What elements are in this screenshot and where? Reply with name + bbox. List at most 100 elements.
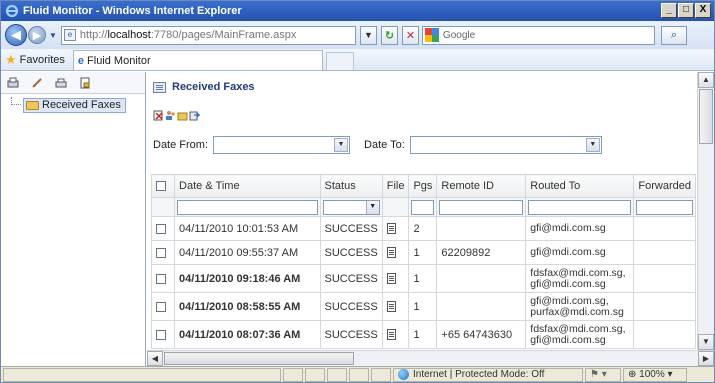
cell-date: 04/11/2010 09:55:37 AM — [174, 240, 321, 265]
row-checkbox[interactable] — [156, 223, 166, 234]
row-checkbox[interactable] — [156, 301, 166, 312]
refresh-icon[interactable]: ↻ — [380, 25, 398, 45]
table-row[interactable]: 04/11/2010 08:07:36 AM SUCCESS 1 +65 647… — [150, 320, 696, 349]
grid-filter-row: ▼ — [150, 197, 696, 217]
filter-cell-pgs — [408, 197, 438, 217]
row-checkbox[interactable] — [156, 273, 166, 284]
new-tab-button[interactable] — [325, 52, 354, 70]
cell-remote-id — [436, 292, 527, 321]
address-field[interactable]: e http:// localhost :7780/pages/MainFram… — [60, 25, 356, 45]
printer-icon[interactable] — [55, 77, 67, 89]
filter-status-select[interactable]: ▼ — [322, 199, 380, 215]
table-row[interactable]: 04/11/2010 09:18:46 AM SUCCESS 1 fdsfax@… — [150, 264, 696, 293]
filter-cell-status: ▼ — [319, 197, 383, 217]
page-icon: e — [63, 29, 76, 41]
history-dropdown-icon[interactable]: ▼ — [49, 31, 57, 40]
vertical-scroll-thumb[interactable] — [699, 89, 713, 144]
column-header-routed-to[interactable]: Routed To — [525, 174, 635, 198]
zoom-control[interactable]: ⊕ 100% ▾ — [623, 367, 687, 382]
select-all-checkbox[interactable] — [156, 181, 166, 192]
chevron-down-icon[interactable]: ▼ — [365, 200, 379, 214]
open-folder-icon[interactable] — [177, 110, 188, 121]
protected-mode-icon[interactable]: ⚑ ▾ — [585, 367, 621, 382]
filter-remote-id-input[interactable] — [439, 199, 524, 215]
forward-fax-icon[interactable] — [189, 110, 200, 121]
row-checkbox[interactable] — [156, 247, 166, 258]
filter-cell-forwarded — [633, 197, 696, 217]
chevron-down-icon[interactable]: ▼ — [585, 138, 600, 152]
favorites-button[interactable]: ★ Favorites — [1, 50, 71, 70]
tree-item-label: Received Faxes — [42, 99, 121, 111]
scroll-right-icon[interactable]: ▶ — [698, 351, 714, 366]
document-lock-icon[interactable] — [79, 77, 91, 89]
cell-forwarded — [633, 292, 696, 321]
column-header-pgs[interactable]: Pgs — [408, 174, 438, 198]
filter-routed-to-input[interactable] — [528, 199, 632, 215]
table-row[interactable]: 04/11/2010 10:01:53 AM SUCCESS 2 gfi@mdi… — [150, 216, 696, 241]
filter-forwarded-input[interactable] — [636, 199, 693, 215]
browser-window: Fluid Monitor - Windows Internet Explore… — [0, 0, 715, 383]
row-checkbox-cell — [150, 320, 176, 349]
page-content: Received Faxes Received Faxes Date From:… — [1, 72, 714, 366]
cell-status: SUCCESS — [319, 292, 383, 321]
search-input[interactable]: Google — [421, 25, 655, 45]
horizontal-scroll-thumb[interactable] — [164, 352, 354, 365]
date-to-select[interactable]: ▼ — [409, 136, 602, 154]
column-header-remote-id[interactable]: Remote ID — [436, 174, 527, 198]
table-row[interactable]: 04/11/2010 09:55:37 AM SUCCESS 1 6220989… — [150, 240, 696, 265]
document-icon[interactable] — [386, 247, 396, 259]
maximize-button[interactable]: □ — [678, 3, 694, 18]
column-header-date[interactable]: Date & Time — [174, 174, 321, 198]
horizontal-scrollbar[interactable]: ◀ ▶ — [147, 350, 714, 366]
close-button[interactable]: X — [695, 3, 711, 18]
vertical-scrollbar[interactable]: ▲ ▼ — [697, 72, 714, 350]
row-checkbox[interactable] — [156, 329, 166, 340]
document-icon[interactable] — [386, 301, 396, 313]
row-checkbox-cell — [150, 240, 176, 265]
status-cell — [3, 367, 281, 382]
table-row[interactable]: 04/11/2010 08:58:55 AM SUCCESS 1 gfi@mdi… — [150, 292, 696, 321]
filter-date-input[interactable] — [177, 199, 318, 215]
column-header-file[interactable]: File — [381, 174, 410, 198]
filter-pgs-input[interactable] — [411, 199, 435, 215]
pencil-icon[interactable] — [31, 77, 43, 89]
minimize-button[interactable]: _ — [661, 3, 677, 18]
cell-forwarded — [633, 320, 696, 349]
cell-routed-to: gfi@mdi.com.sg — [525, 216, 635, 241]
row-checkbox-cell — [150, 216, 176, 241]
tab-fluid-monitor[interactable]: e Fluid Monitor — [72, 50, 323, 70]
tree-item-received-faxes[interactable]: Received Faxes — [11, 97, 145, 113]
security-zone[interactable]: Internet | Protected Mode: Off — [393, 367, 583, 382]
stop-icon[interactable]: ✕ — [401, 25, 419, 45]
forward-button[interactable]: ▶ — [28, 26, 46, 44]
scroll-left-icon[interactable]: ◀ — [147, 351, 163, 366]
back-button[interactable]: ◀ — [5, 24, 27, 46]
address-dropdown-button[interactable]: ▼ — [359, 25, 377, 45]
document-icon[interactable] — [386, 223, 396, 235]
window-title: Fluid Monitor - Windows Internet Explore… — [23, 5, 242, 17]
scroll-down-icon[interactable]: ▼ — [698, 334, 714, 350]
date-from-select[interactable]: ▼ — [213, 136, 351, 154]
chevron-down-icon[interactable]: ▼ — [334, 138, 349, 152]
tree-item-selection[interactable]: Received Faxes — [23, 97, 126, 113]
column-header-forwarded[interactable]: Forwarded — [633, 174, 696, 198]
cell-date: 04/11/2010 09:18:46 AM — [174, 264, 321, 293]
cell-date: 04/11/2010 08:58:55 AM — [174, 292, 321, 321]
search-icon[interactable]: ⌕ — [660, 25, 687, 45]
cell-pgs: 1 — [408, 292, 438, 321]
column-header-status[interactable]: Status — [319, 174, 383, 198]
fax-machine-icon[interactable] — [7, 77, 19, 89]
users-icon[interactable] — [165, 110, 176, 121]
document-icon[interactable] — [386, 273, 396, 285]
status-cell — [327, 367, 347, 382]
cell-pgs: 1 — [408, 320, 438, 349]
cell-file — [381, 240, 410, 265]
cell-pgs: 1 — [408, 264, 438, 293]
cell-status: SUCCESS — [319, 320, 383, 349]
document-icon[interactable] — [386, 329, 396, 341]
received-faxes-grid: Date & Time Status File Pgs Remote ID Ro… — [150, 174, 696, 349]
scroll-up-icon[interactable]: ▲ — [698, 72, 714, 88]
cell-file — [381, 320, 410, 349]
page-title: Received Faxes — [153, 81, 255, 93]
delete-fax-icon[interactable] — [153, 110, 164, 121]
